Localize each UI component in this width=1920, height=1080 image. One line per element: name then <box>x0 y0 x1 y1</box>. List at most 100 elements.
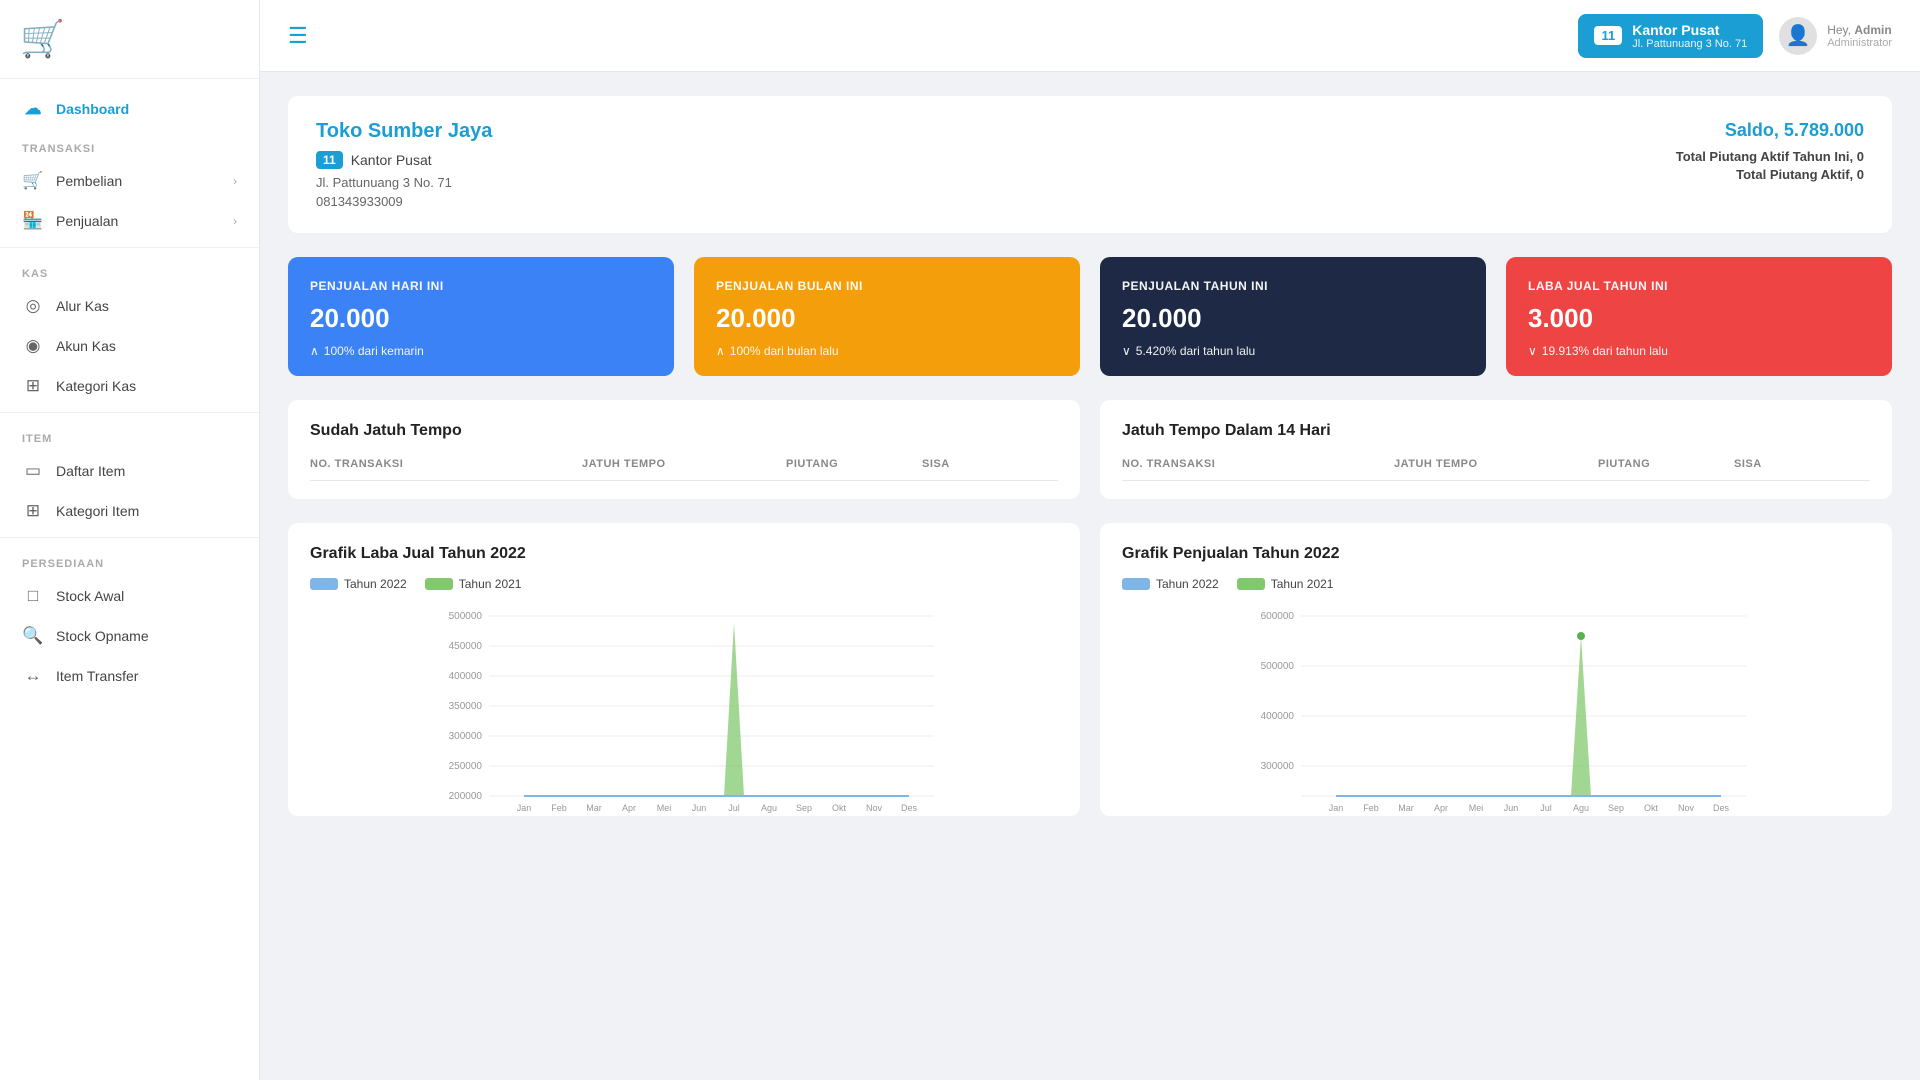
user-info[interactable]: 👤 Hey, Admin Administrator <box>1779 17 1892 55</box>
piutang-aktif-val: 0 <box>1857 167 1864 182</box>
svg-text:Mei: Mei <box>657 803 672 813</box>
dashboard-icon: ☁ <box>22 99 44 119</box>
piutang-aktif-tahun-row: Total Piutang Aktif Tahun Ini, 0 <box>1676 149 1864 164</box>
svg-text:Agu: Agu <box>1573 803 1589 813</box>
svg-text:450000: 450000 <box>449 641 483 652</box>
down-arrow-icon: ∨ <box>1122 344 1131 358</box>
stat-label-laba: LABA JUAL TAHUN INI <box>1528 279 1870 293</box>
svg-text:Okt: Okt <box>1644 803 1659 813</box>
sidebar-item-label: Stock Opname <box>56 628 149 644</box>
sidebar-item-pembelian[interactable]: 🛒 Pembelian › <box>0 161 259 201</box>
stat-label-hari-ini: PENJUALAN HARI INI <box>310 279 652 293</box>
svg-text:200000: 200000 <box>449 791 483 802</box>
chart-laba-jual: Grafik Laba Jual Tahun 2022 Tahun 2022 T… <box>288 523 1080 816</box>
stats-row: PENJUALAN HARI INI 20.000 ∧ 100% dari ke… <box>288 257 1892 376</box>
charts-row: Grafik Laba Jual Tahun 2022 Tahun 2022 T… <box>288 523 1892 816</box>
legend-dot-2022-left <box>310 578 338 590</box>
store-card-right: Saldo, 5.789.000 Total Piutang Aktif Tah… <box>1676 120 1864 185</box>
svg-text:Jun: Jun <box>692 803 707 813</box>
stat-change-laba: ∨ 19.913% dari tahun lalu <box>1528 344 1870 358</box>
stock-opname-icon: 🔍 <box>22 626 44 646</box>
piutang-aktif-tahun-label: Total Piutang Aktif Tahun Ini, <box>1676 149 1853 164</box>
jatuh-tempo-14-title: Jatuh Tempo Dalam 14 Hari <box>1122 422 1870 440</box>
jatuh-tempo-14-panel: Jatuh Tempo Dalam 14 Hari NO. TRANSAKSI … <box>1100 400 1892 499</box>
store-badge-name: Kantor Pusat <box>1632 22 1747 38</box>
svg-text:Okt: Okt <box>832 803 847 813</box>
svg-text:Des: Des <box>901 803 918 813</box>
sidebar-item-label: Daftar Item <box>56 463 125 479</box>
branch-badge: 11 <box>316 151 343 169</box>
user-hey-label: Hey, Admin <box>1827 23 1892 37</box>
store-badge[interactable]: 11 Kantor Pusat Jl. Pattunuang 3 No. 71 <box>1578 14 1763 58</box>
svg-text:300000: 300000 <box>449 731 483 742</box>
sidebar-item-stock-awal[interactable]: □ Stock Awal <box>0 576 259 616</box>
user-text: Hey, Admin Administrator <box>1827 23 1892 49</box>
legend-2022-right: Tahun 2022 <box>1122 577 1219 591</box>
content: Toko Sumber Jaya 11 Kantor Pusat Jl. Pat… <box>260 72 1920 1080</box>
sidebar-item-label: Kategori Item <box>56 503 139 519</box>
stat-change-hari-ini: ∧ 100% dari kemarin <box>310 344 652 358</box>
sidebar-item-daftar-item[interactable]: ▭ Daftar Item <box>0 451 259 491</box>
sidebar-logo: 🛒 <box>0 0 259 79</box>
kategori-item-icon: ⊞ <box>22 501 44 521</box>
sudah-jatuh-tempo-title: Sudah Jatuh Tempo <box>310 422 1058 440</box>
sidebar-item-label: Item Transfer <box>56 668 138 684</box>
jatuh-tempo-section: Sudah Jatuh Tempo NO. TRANSAKSI JATUH TE… <box>288 400 1892 499</box>
stat-value-hari-ini: 20.000 <box>310 303 652 334</box>
section-label-kas: KAS <box>0 254 259 286</box>
store-name: Toko Sumber Jaya <box>316 120 492 143</box>
sidebar-item-dashboard[interactable]: ☁ Dashboard <box>0 89 259 129</box>
legend-2021-right: Tahun 2021 <box>1237 577 1334 591</box>
svg-text:Apr: Apr <box>622 803 636 813</box>
piutang-aktif-label: Total Piutang Aktif, <box>1736 167 1853 182</box>
stat-change-tahun-ini: ∨ 5.420% dari tahun lalu <box>1122 344 1464 358</box>
stat-label-tahun-ini: PENJUALAN TAHUN INI <box>1122 279 1464 293</box>
sidebar-item-stock-opname[interactable]: 🔍 Stock Opname <box>0 616 259 656</box>
chart-penjualan-legend: Tahun 2022 Tahun 2021 <box>1122 577 1870 591</box>
logo-icon: 🛒 <box>20 18 65 60</box>
svg-text:250000: 250000 <box>449 761 483 772</box>
legend-dot-2022-right <box>1122 578 1150 590</box>
svg-text:400000: 400000 <box>449 671 483 682</box>
pembelian-icon: 🛒 <box>22 171 44 191</box>
svg-text:Nov: Nov <box>1678 803 1695 813</box>
th-no-transaksi: NO. TRANSAKSI <box>310 458 582 470</box>
legend-2022-left: Tahun 2022 <box>310 577 407 591</box>
store-addr: Jl. Pattunuang 3 No. 71 <box>316 175 492 190</box>
svg-text:Sep: Sep <box>1608 803 1624 813</box>
sidebar-item-akun-kas[interactable]: ◉ Akun Kas <box>0 326 259 366</box>
stat-change-text-laba: 19.913% dari tahun lalu <box>1542 344 1668 358</box>
th-piutang-r: PIUTANG <box>1598 458 1734 470</box>
store-phone: 081343933009 <box>316 194 492 209</box>
saldo-label: Saldo, 5.789.000 <box>1676 120 1864 141</box>
sidebar-item-item-transfer[interactable]: ↔ Item Transfer <box>0 656 259 696</box>
sidebar-item-alur-kas[interactable]: ◎ Alur Kas <box>0 286 259 326</box>
store-badge-addr: Jl. Pattunuang 3 No. 71 <box>1632 38 1747 50</box>
store-info-card: Toko Sumber Jaya 11 Kantor Pusat Jl. Pat… <box>288 96 1892 233</box>
stat-value-bulan-ini: 20.000 <box>716 303 1058 334</box>
kategori-kas-icon: ⊞ <box>22 376 44 396</box>
svg-text:350000: 350000 <box>449 701 483 712</box>
sidebar-item-penjualan[interactable]: 🏪 Penjualan › <box>0 201 259 241</box>
topbar-right: 11 Kantor Pusat Jl. Pattunuang 3 No. 71 … <box>1578 14 1892 58</box>
jatuh-tempo-left-header: NO. TRANSAKSI JATUH TEMPO PIUTANG SISA <box>310 458 1058 481</box>
th-jatuh-tempo-r: JATUH TEMPO <box>1394 458 1598 470</box>
svg-text:500000: 500000 <box>1261 661 1295 672</box>
stat-card-laba: LABA JUAL TAHUN INI 3.000 ∨ 19.913% dari… <box>1506 257 1892 376</box>
jatuh-tempo-right-header: NO. TRANSAKSI JATUH TEMPO PIUTANG SISA <box>1122 458 1870 481</box>
svg-text:Mar: Mar <box>586 803 602 813</box>
sidebar-item-kategori-kas[interactable]: ⊞ Kategori Kas <box>0 366 259 406</box>
svg-text:400000: 400000 <box>1261 711 1295 722</box>
piutang-aktif-tahun-val: 0 <box>1857 149 1864 164</box>
chart-laba-title: Grafik Laba Jual Tahun 2022 <box>310 545 1058 563</box>
th-no-transaksi-r: NO. TRANSAKSI <box>1122 458 1394 470</box>
user-role: Administrator <box>1827 37 1892 49</box>
chart-laba-legend: Tahun 2022 Tahun 2021 <box>310 577 1058 591</box>
sidebar-item-kategori-item[interactable]: ⊞ Kategori Item <box>0 491 259 531</box>
legend-2021-left: Tahun 2021 <box>425 577 522 591</box>
hamburger-menu-icon[interactable]: ☰ <box>288 23 308 49</box>
down-arrow-icon: ∨ <box>1528 344 1537 358</box>
alur-kas-icon: ◎ <box>22 296 44 316</box>
store-branch-row: 11 Kantor Pusat <box>316 151 492 169</box>
stat-change-text-bulan-ini: 100% dari bulan lalu <box>730 344 839 358</box>
